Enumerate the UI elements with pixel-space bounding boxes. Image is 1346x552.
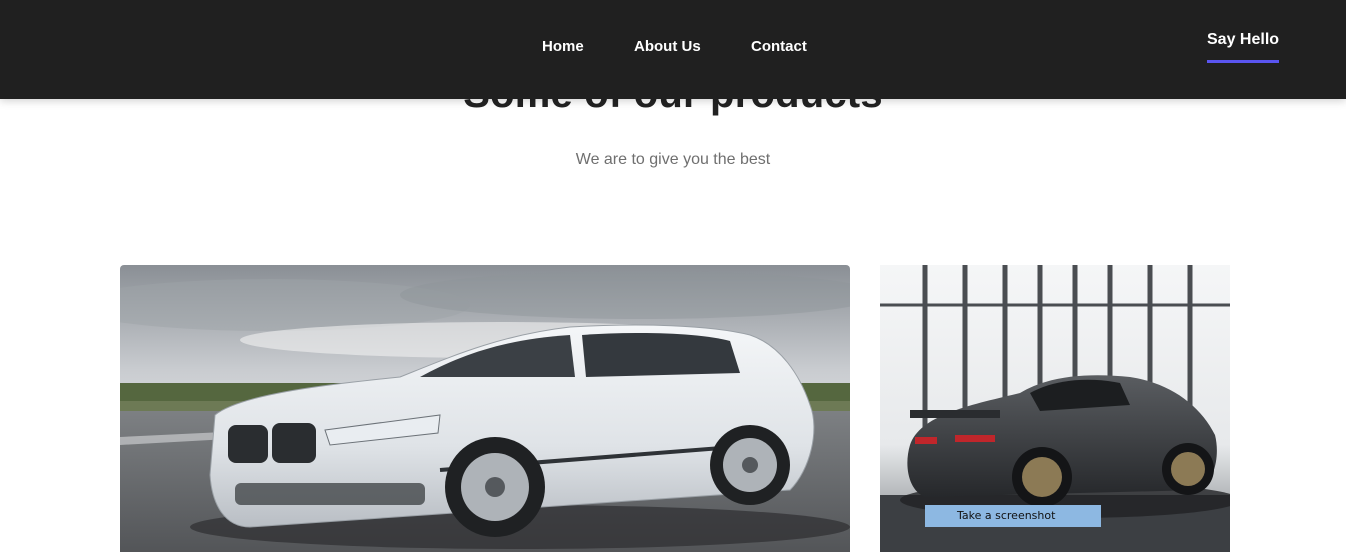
take-screenshot-tooltip[interactable]: Take a screenshot [925, 505, 1101, 527]
nav-about-link[interactable]: About Us [634, 38, 701, 55]
main-nav: Home About Us Contact [0, 38, 1346, 58]
product-card-sedan[interactable] [120, 265, 850, 552]
section-subtitle: We are to give you the best [575, 151, 771, 168]
white-sedan-image [120, 265, 850, 552]
say-hello-button[interactable]: Say Hello [1207, 31, 1280, 63]
site-header: Home About Us Contact Say Hello [0, 0, 1346, 99]
nav-home-link[interactable]: Home [542, 38, 584, 55]
nav-contact-link[interactable]: Contact [751, 38, 807, 55]
